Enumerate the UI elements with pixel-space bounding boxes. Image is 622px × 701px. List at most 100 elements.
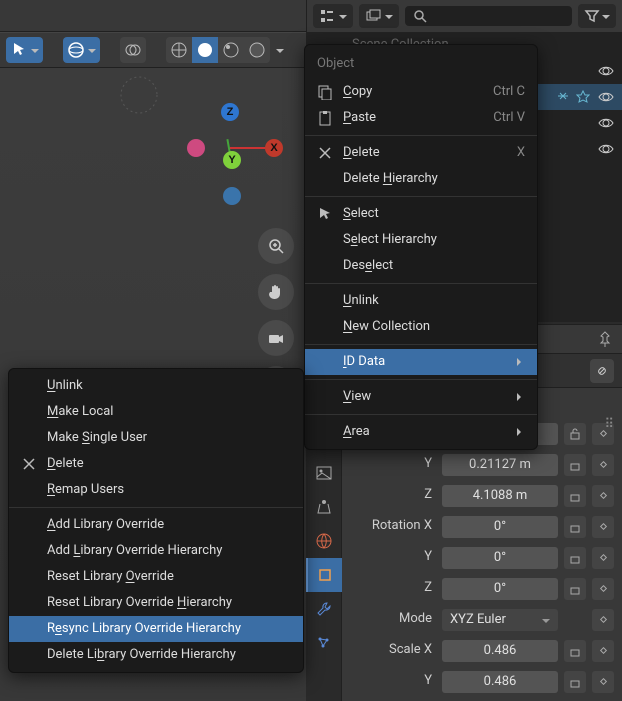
tab-scene[interactable]	[306, 490, 342, 524]
menu-copy[interactable]: Copy Ctrl C	[305, 79, 537, 105]
shortcut-label: Ctrl C	[493, 83, 525, 101]
eye-icon[interactable]	[598, 115, 614, 131]
scale-x-field[interactable]: 0.486	[442, 640, 558, 662]
link-icon[interactable]	[590, 359, 614, 383]
chevron-down-icon	[88, 49, 96, 57]
loc-y-field[interactable]: 0.21127 m	[442, 454, 558, 476]
submenu-add-override-hierarchy[interactable]: Add Library Override Hierarchy	[9, 538, 303, 564]
menu-delete[interactable]: Delete X	[305, 140, 537, 166]
camera-view-button[interactable]	[258, 320, 294, 356]
tab-modifier[interactable]	[306, 592, 342, 626]
pan-button[interactable]	[258, 274, 294, 310]
eye-icon[interactable]	[598, 63, 614, 79]
menu-select[interactable]: Select	[305, 201, 537, 227]
anim-toggle[interactable]	[592, 671, 614, 693]
anim-toggle[interactable]	[592, 547, 614, 569]
submenu-add-override[interactable]: Add Library Override	[9, 512, 303, 538]
prop-rotation-z: Z 0°	[342, 573, 622, 604]
editor-type-dropdown[interactable]	[313, 4, 353, 28]
anim-toggle[interactable]	[592, 578, 614, 600]
rot-y-field[interactable]: 0°	[442, 547, 558, 569]
lock-toggle[interactable]	[564, 485, 586, 507]
axis-z[interactable]: Z	[221, 103, 239, 121]
menu-deselect[interactable]: Deselect	[305, 253, 537, 279]
tab-particles[interactable]	[306, 626, 342, 660]
search-input[interactable]	[405, 6, 572, 26]
axis-neg-x[interactable]	[187, 139, 205, 157]
anim-toggle[interactable]	[592, 516, 614, 538]
axis-neg-z[interactable]	[223, 187, 241, 205]
menu-new-collection[interactable]: New Collection	[305, 314, 537, 340]
menu-delete-hierarchy[interactable]: Delete Hierarchy	[305, 166, 537, 192]
search-icon	[413, 9, 427, 23]
tab-viewlayer[interactable]	[306, 456, 342, 490]
shading-wire[interactable]	[166, 37, 192, 63]
rot-x-field[interactable]: 0°	[442, 516, 558, 538]
tab-world[interactable]	[306, 524, 342, 558]
axis-x[interactable]: X	[265, 139, 283, 157]
scale-y-field[interactable]: 0.486	[442, 671, 558, 693]
anim-toggle[interactable]	[592, 609, 614, 631]
anim-toggle[interactable]	[592, 485, 614, 507]
select-tool[interactable]	[6, 37, 43, 63]
x-icon	[21, 456, 37, 472]
lock-toggle[interactable]	[564, 454, 586, 476]
chevron-down-icon[interactable]	[276, 49, 284, 57]
drag-dots-icon[interactable]: ⠿	[604, 416, 616, 434]
prop-location-y: Y 0.21127 m	[342, 449, 622, 480]
menu-view[interactable]: View	[305, 384, 537, 410]
lock-toggle[interactable]	[564, 578, 586, 600]
overlay-toggle[interactable]	[120, 37, 146, 63]
mode-dropdown[interactable]: XYZ Euler	[442, 609, 558, 631]
cone-light-icon	[315, 498, 333, 516]
nav-gizmo[interactable]: Z X Y	[195, 103, 285, 193]
loc-z-field[interactable]: 4.1088 m	[442, 485, 558, 507]
menu-separator	[305, 135, 537, 136]
menu-title: Object	[305, 49, 537, 79]
prop-scale-x: Scale X 0.486	[342, 635, 622, 666]
axis-y[interactable]: Y	[223, 151, 241, 169]
shading-matprev[interactable]	[218, 37, 244, 63]
submenu-make-single-user[interactable]: Make Single User	[9, 425, 303, 451]
menu-select-hierarchy[interactable]: Select Hierarchy	[305, 227, 537, 253]
submenu-reset-override-hierarchy[interactable]: Reset Library Override Hierarchy	[9, 590, 303, 616]
lock-open-icon	[569, 645, 581, 657]
menu-unlink[interactable]: Unlink	[305, 288, 537, 314]
tab-object[interactable]	[306, 558, 342, 592]
zoom-button[interactable]	[258, 228, 294, 264]
submenu-delete-override-hierarchy[interactable]: Delete Library Override Hierarchy	[9, 642, 303, 668]
lock-open-icon	[569, 490, 581, 502]
eye-icon[interactable]	[598, 141, 614, 157]
menu-separator	[305, 283, 537, 284]
anim-toggle[interactable]	[592, 640, 614, 662]
filter-dropdown[interactable]	[578, 4, 616, 28]
lock-open-icon	[569, 521, 581, 533]
submenu-remap-users[interactable]: Remap Users	[9, 477, 303, 503]
lock-toggle[interactable]	[564, 640, 586, 662]
submenu-make-local[interactable]: Make Local	[9, 399, 303, 425]
submenu-resync-override-hierarchy[interactable]: Resync Library Override Hierarchy	[9, 616, 303, 642]
submenu-delete[interactable]: Delete	[9, 451, 303, 477]
lock-toggle[interactable]	[564, 547, 586, 569]
submenu-unlink[interactable]: Unlink	[9, 373, 303, 399]
anim-toggle[interactable]	[592, 454, 614, 476]
eye-icon[interactable]	[598, 89, 614, 105]
lock-toggle[interactable]	[564, 423, 586, 445]
funnel-icon	[584, 8, 600, 24]
menu-area[interactable]: Area	[305, 419, 537, 445]
lock-toggle[interactable]	[564, 671, 586, 693]
menu-id-data[interactable]: ID Data	[305, 349, 537, 375]
rot-z-field[interactable]: 0°	[442, 578, 558, 600]
x-icon	[317, 145, 333, 161]
shading-solid[interactable]	[192, 37, 218, 63]
pivot-tool[interactable]	[63, 37, 100, 63]
menu-paste[interactable]: Paste Ctrl V	[305, 105, 537, 131]
pin-icon[interactable]	[596, 330, 614, 348]
submenu-reset-override[interactable]: Reset Library Override	[9, 564, 303, 590]
lock-toggle[interactable]	[564, 516, 586, 538]
image-icon	[315, 464, 333, 482]
cursor-arrow-icon	[10, 41, 28, 59]
copy-icon	[317, 84, 333, 100]
display-mode-dropdown[interactable]	[359, 4, 399, 28]
shading-rendered[interactable]	[244, 37, 270, 63]
